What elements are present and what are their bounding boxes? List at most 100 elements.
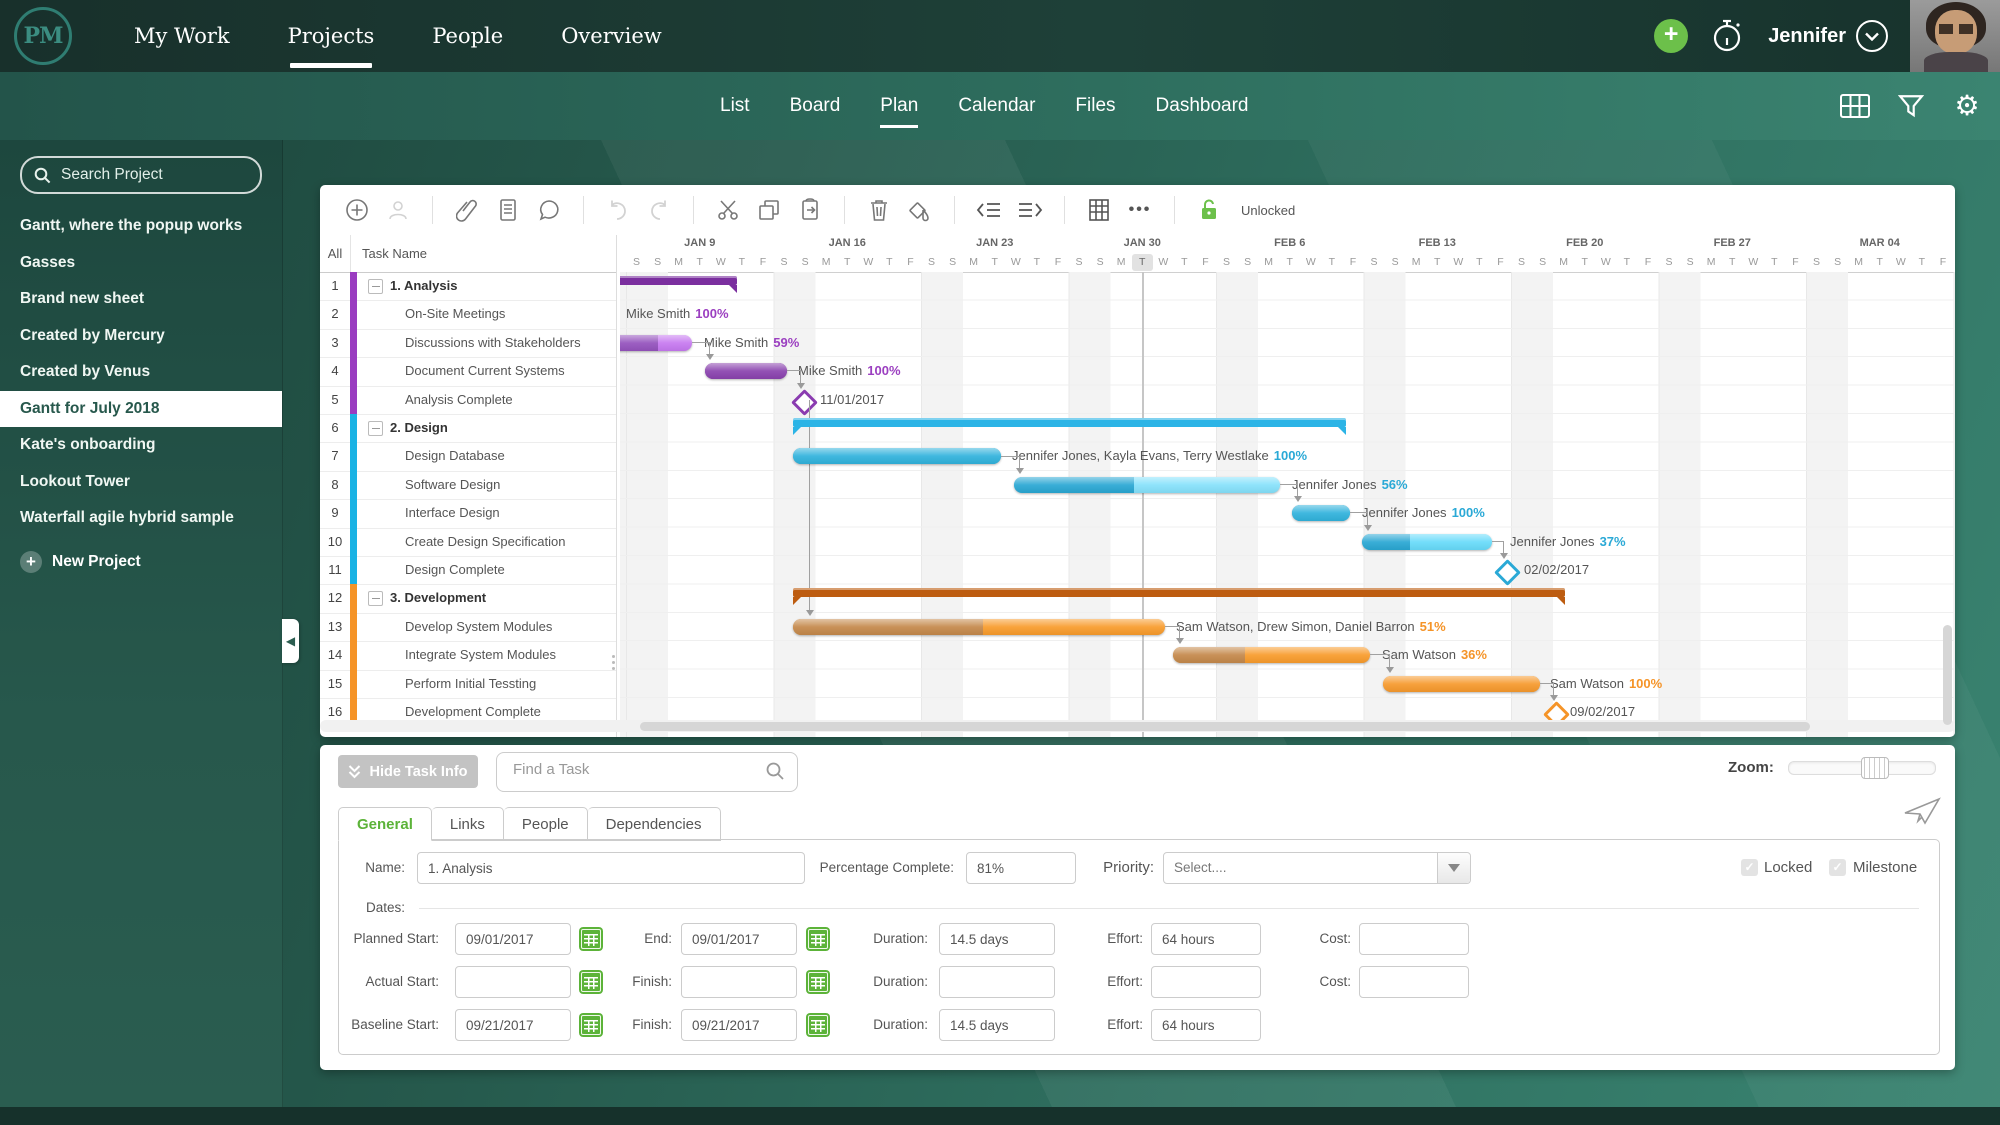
priority-select[interactable]: Select....	[1163, 852, 1471, 884]
copy-icon[interactable]	[756, 197, 782, 223]
planned-start-start-field[interactable]	[455, 923, 571, 955]
view-tab-plan[interactable]: Plan	[880, 72, 919, 140]
calendar-icon[interactable]	[579, 1013, 603, 1037]
view-tab-list[interactable]: List	[720, 72, 750, 140]
task-bar[interactable]	[793, 618, 1165, 635]
sidebar-collapse-handle[interactable]: ◀	[282, 619, 299, 663]
sidebar-project-gasses[interactable]: Gasses	[0, 245, 282, 282]
planned-start-eff-field[interactable]	[1151, 923, 1261, 955]
unlock-icon[interactable]	[1196, 197, 1222, 223]
view-tab-files[interactable]: Files	[1075, 72, 1115, 140]
sidebar-project-created-by-mercury[interactable]: Created by Mercury	[0, 318, 282, 355]
grid-resize-handle[interactable]	[612, 655, 615, 670]
notes-icon[interactable]	[495, 197, 521, 223]
task-row-design-database[interactable]: 7 Design Database	[320, 442, 616, 472]
top-nav-overview[interactable]: Overview	[561, 0, 662, 72]
task-row-create-design-specification[interactable]: 10 Create Design Specification	[320, 527, 616, 557]
task-info-tab-dependencies[interactable]: Dependencies	[587, 807, 721, 841]
summary-bar[interactable]	[793, 588, 1565, 606]
task-row-develop-system-modules[interactable]: 13 Develop System Modules	[320, 612, 616, 643]
redo-icon[interactable]	[646, 197, 672, 223]
gear-icon[interactable]: ⚙	[1952, 91, 1982, 121]
calendar-icon[interactable]	[806, 1013, 830, 1037]
task-bar[interactable]	[1173, 647, 1370, 664]
task-row-on-site-meetings[interactable]: 2 On-Site Meetings	[320, 300, 616, 330]
view-tab-dashboard[interactable]: Dashboard	[1156, 72, 1249, 140]
task-info-tab-links[interactable]: Links	[431, 807, 504, 841]
add-button[interactable]: +	[1654, 19, 1689, 53]
task-bar[interactable]	[1014, 476, 1280, 493]
timer-icon[interactable]	[1708, 17, 1746, 55]
delete-icon[interactable]	[866, 197, 892, 223]
sidebar-project-created-by-venus[interactable]: Created by Venus	[0, 354, 282, 391]
hide-task-info-button[interactable]: Hide Task Info	[338, 755, 478, 788]
undo-icon[interactable]	[605, 197, 631, 223]
task-row-discussions-with-stakeholders[interactable]: 3 Discussions with Stakeholders	[320, 328, 616, 359]
top-nav-people[interactable]: People	[432, 0, 503, 72]
comment-icon[interactable]	[536, 197, 562, 223]
task-bar[interactable]	[1292, 505, 1350, 522]
task-name-field[interactable]	[417, 852, 805, 884]
column-header-task-name[interactable]: Task Name	[362, 235, 427, 272]
milestone-checkbox[interactable]: ✓	[1829, 859, 1846, 876]
task-row-interface-design[interactable]: 9 Interface Design	[320, 499, 616, 529]
pm-logo[interactable]: PM	[14, 7, 72, 65]
planned-start-cost-field[interactable]	[1359, 923, 1469, 955]
milestone-diamond[interactable]	[791, 388, 818, 416]
task-bar[interactable]	[1362, 533, 1492, 550]
baseline-start-end-field[interactable]	[681, 1009, 797, 1041]
summary-bar[interactable]	[620, 276, 737, 293]
baseline-start-dur-field[interactable]	[939, 1009, 1055, 1041]
horizontal-scrollbar-thumb[interactable]	[640, 721, 1810, 731]
column-header-all[interactable]: All	[320, 235, 351, 272]
actual-start-start-field[interactable]	[455, 966, 571, 998]
task-bar[interactable]	[620, 334, 692, 351]
color-fill-icon[interactable]	[907, 197, 933, 223]
task-row-1-analysis[interactable]: 1 1. Analysis	[320, 272, 616, 302]
columns-icon[interactable]	[1086, 197, 1112, 223]
task-row-perform-initial-tessting[interactable]: 15 Perform Initial Tessting	[320, 669, 616, 699]
project-search-input[interactable]	[59, 165, 233, 185]
top-nav-my-work[interactable]: My Work	[134, 0, 230, 72]
horizontal-scrollbar[interactable]	[320, 720, 1955, 732]
planned-start-dur-field[interactable]	[939, 923, 1055, 955]
sidebar-project-gantt-for-july-2018[interactable]: Gantt for July 2018	[0, 390, 282, 427]
top-nav-projects[interactable]: Projects	[288, 0, 374, 72]
milestone-diamond[interactable]	[1494, 559, 1521, 586]
user-menu-chevron-icon[interactable]	[1856, 20, 1888, 52]
new-project-button[interactable]: + New Project	[0, 550, 282, 573]
collapse-toggle-icon[interactable]	[368, 591, 383, 607]
calendar-icon[interactable]	[806, 970, 830, 994]
actual-start-dur-field[interactable]	[939, 966, 1055, 998]
planned-start-end-field[interactable]	[681, 923, 797, 955]
user-name[interactable]: Jennifer	[1768, 25, 1846, 48]
calendar-icon[interactable]	[579, 927, 603, 951]
zoom-slider-handle[interactable]	[1860, 756, 1889, 779]
task-bar[interactable]	[793, 448, 1001, 465]
sidebar-project-lookout-tower[interactable]: Lookout Tower	[0, 464, 282, 501]
user-avatar[interactable]	[1910, 0, 2000, 72]
locked-checkbox[interactable]: ✓	[1741, 859, 1758, 876]
task-info-tab-general[interactable]: General	[338, 807, 432, 841]
find-task-input[interactable]	[511, 760, 745, 779]
summary-bar[interactable]	[793, 418, 1346, 435]
attachment-icon[interactable]	[454, 197, 480, 223]
cut-icon[interactable]	[715, 197, 741, 223]
baseline-start-eff-field[interactable]	[1151, 1009, 1261, 1041]
view-tab-calendar[interactable]: Calendar	[958, 72, 1035, 140]
actual-start-cost-field[interactable]	[1359, 966, 1469, 998]
task-row-integrate-system-modules[interactable]: 14 Integrate System Modules	[320, 641, 616, 671]
vertical-scrollbar-thumb[interactable]	[1943, 625, 1952, 725]
columns-grid-icon[interactable]	[1840, 91, 1870, 121]
send-icon[interactable]	[1903, 797, 1941, 827]
task-bar[interactable]	[705, 363, 787, 380]
zoom-slider[interactable]	[1787, 756, 1936, 779]
project-search[interactable]	[20, 156, 262, 194]
view-tab-board[interactable]: Board	[790, 72, 841, 140]
collapse-toggle-icon[interactable]	[368, 279, 383, 294]
task-row-3-development[interactable]: 12 3. Development	[320, 584, 616, 614]
task-row-analysis-complete[interactable]: 5 Analysis Complete	[320, 385, 616, 415]
baseline-start-start-field[interactable]	[455, 1009, 571, 1041]
task-row-design-complete[interactable]: 11 Design Complete	[320, 556, 616, 586]
add-task-icon[interactable]	[344, 197, 370, 223]
